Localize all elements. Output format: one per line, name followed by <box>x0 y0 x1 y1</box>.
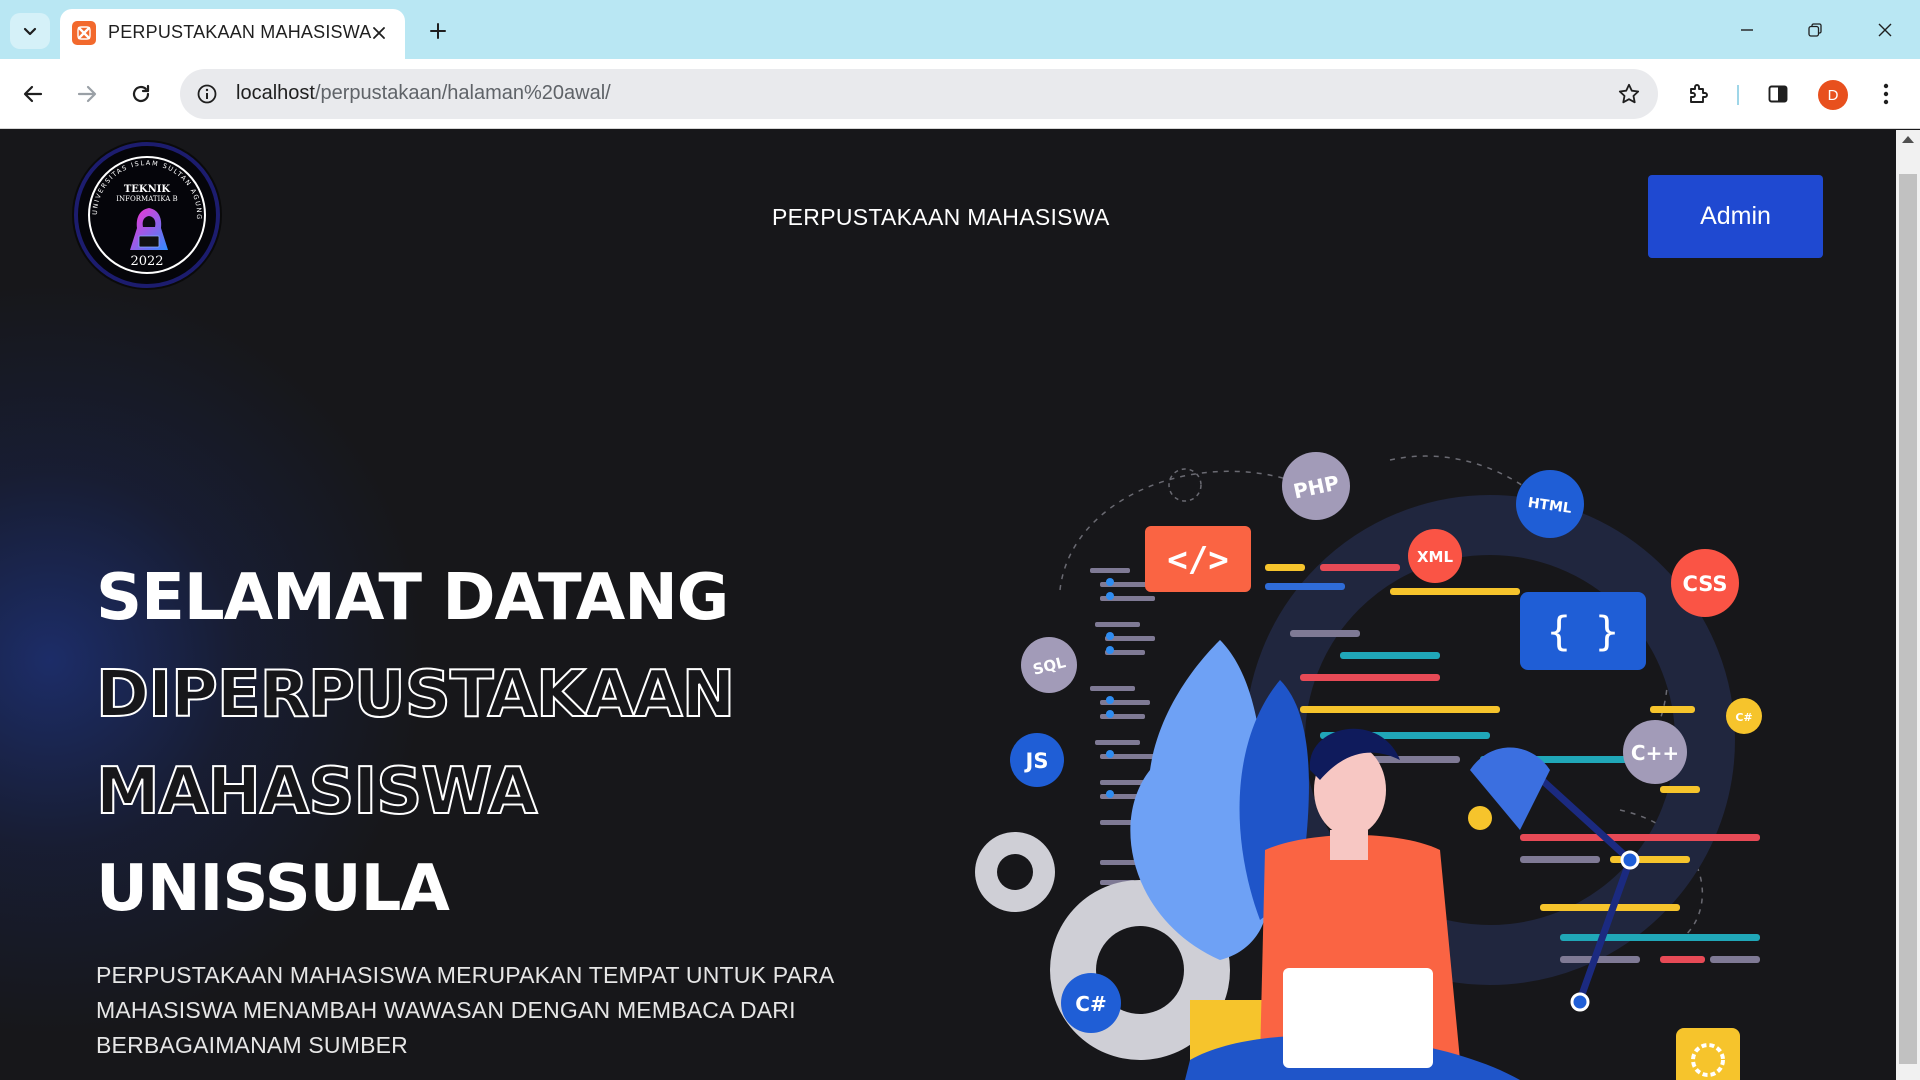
logo-year: 2022 <box>130 254 164 269</box>
site-title: PERPUSTAKAAN MAHASISWA <box>772 204 1110 230</box>
code-tag-label: </> <box>1167 540 1228 580</box>
arrow-left-icon <box>23 85 43 103</box>
logo-inner-ring: UNIVERSITAS ISLAM SULTAN AGUNG TEKNIK IN… <box>88 156 206 274</box>
site-info-icon[interactable] <box>194 81 220 107</box>
restore-button[interactable] <box>1792 12 1838 48</box>
teknik-informatika-logo[interactable]: UNIVERSITAS ISLAM SULTAN AGUNG TEKNIK IN… <box>74 142 220 288</box>
more-vertical-icon <box>1883 83 1889 105</box>
xml-label: XML <box>1417 548 1453 566</box>
new-tab-button[interactable] <box>420 13 456 49</box>
hero-heading-line1: SELAMAT DATANG <box>96 561 729 635</box>
url-host: localhost <box>236 82 315 104</box>
restore-icon <box>1808 23 1822 37</box>
hacker-silhouette-icon <box>130 208 168 250</box>
profile-avatar[interactable]: D <box>1818 80 1848 110</box>
browser-tab-strip: PERPUSTAKAAN MAHASISWA <box>0 0 1920 59</box>
reload-icon <box>132 84 150 103</box>
bookmark-star-icon[interactable] <box>1616 81 1642 107</box>
browser-toolbar: localhost/perpustakaan/halaman%20awal/ D <box>0 59 1920 129</box>
reload-button[interactable] <box>122 75 160 113</box>
css-label: CSS <box>1682 572 1727 596</box>
close-icon <box>1878 23 1892 37</box>
tab-search-button[interactable] <box>10 13 50 49</box>
page-scrollbar[interactable] <box>1896 130 1920 1080</box>
extensions-button[interactable] <box>1681 76 1717 112</box>
browser-menu-button[interactable] <box>1868 76 1904 112</box>
scrollbar-thumb[interactable] <box>1899 174 1917 1064</box>
side-panel-icon <box>1768 85 1788 103</box>
js-label: JS <box>1024 749 1049 773</box>
landing-page: UNIVERSITAS ISLAM SULTAN AGUNG TEKNIK IN… <box>0 130 1896 1080</box>
minimize-icon <box>1741 29 1753 31</box>
address-bar[interactable]: localhost/perpustakaan/halaman%20awal/ <box>180 69 1658 119</box>
hero-heading-line2: DIPERPUSTAKAAN <box>95 658 736 732</box>
scroll-up-arrow[interactable] <box>1902 136 1914 143</box>
csharp-label: C# <box>1075 992 1106 1016</box>
arrow-right-icon <box>77 85 97 103</box>
tab-title: PERPUSTAKAAN MAHASISWA <box>108 22 372 42</box>
programmer-illustration: </> { } PHP HTML XML CSS SQL JS C# C++ C… <box>975 452 1762 1080</box>
gear-small-icon <box>975 832 1055 912</box>
logo-line1: TEKNIK <box>123 184 171 195</box>
cpp-label: C++ <box>1631 741 1679 765</box>
toolbar-divider <box>1737 85 1739 105</box>
browser-tab-active[interactable]: PERPUSTAKAAN MAHASISWA <box>60 9 405 59</box>
chevron-down-icon <box>23 27 37 36</box>
logo-line2: INFORMATIKA B <box>116 195 178 203</box>
url-path: /perpustakaan/halaman%20awal/ <box>314 82 611 104</box>
csharp-small-label: C# <box>1735 711 1752 724</box>
hero-heading-line4: UNISSULA <box>96 852 450 926</box>
forward-button[interactable] <box>68 75 106 113</box>
close-tab-icon[interactable] <box>367 21 391 45</box>
minimize-button[interactable] <box>1724 12 1770 48</box>
admin-button[interactable]: Admin <box>1648 175 1823 258</box>
puzzle-icon <box>1690 84 1708 103</box>
hero-heading-line3: MAHASISWA <box>95 755 539 829</box>
hero-description: PERPUSTAKAAN MAHASISWA MERUPAKAN TEMPAT … <box>96 962 834 1058</box>
plus-icon <box>430 23 446 39</box>
xampp-favicon-icon <box>72 21 96 45</box>
braces-label: { } <box>1547 609 1619 655</box>
settings-tile <box>1676 1028 1740 1080</box>
side-panel-button[interactable] <box>1760 76 1796 112</box>
orbit-ring <box>1168 468 1202 502</box>
back-button[interactable] <box>14 75 52 113</box>
close-window-button[interactable] <box>1862 12 1908 48</box>
url-text: localhost/perpustakaan/halaman%20awal/ <box>236 82 611 105</box>
